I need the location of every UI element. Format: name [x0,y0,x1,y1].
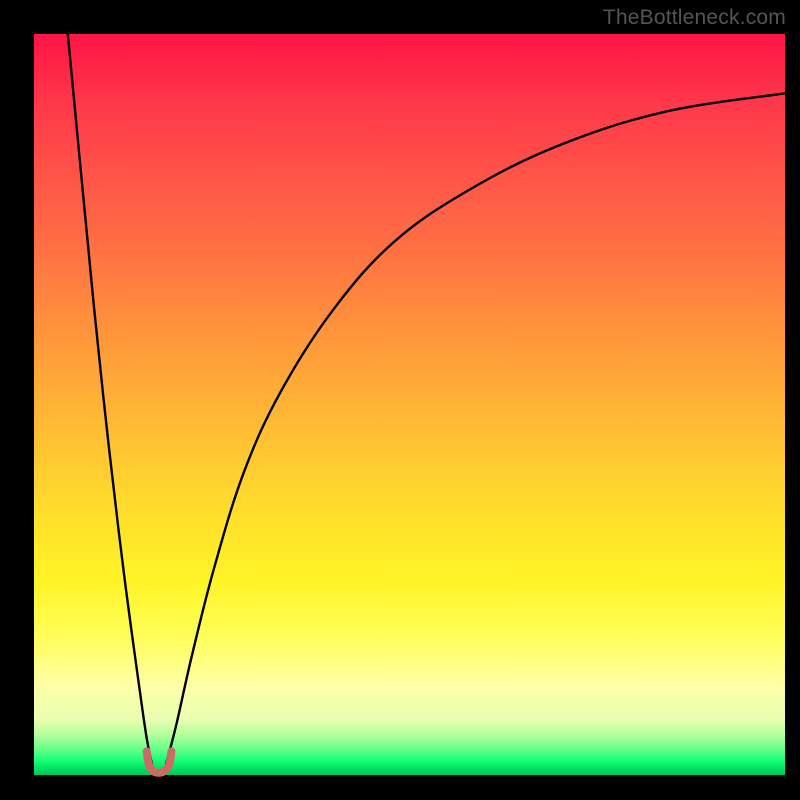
plot-area [34,34,785,775]
curve-layer [34,34,785,775]
curve-right-branch [166,93,785,764]
watermark-text: TheBottleneck.com [603,6,786,30]
valley-marker [147,751,172,772]
chart-frame: TheBottleneck.com [0,0,800,800]
curve-left-branch [68,34,152,764]
